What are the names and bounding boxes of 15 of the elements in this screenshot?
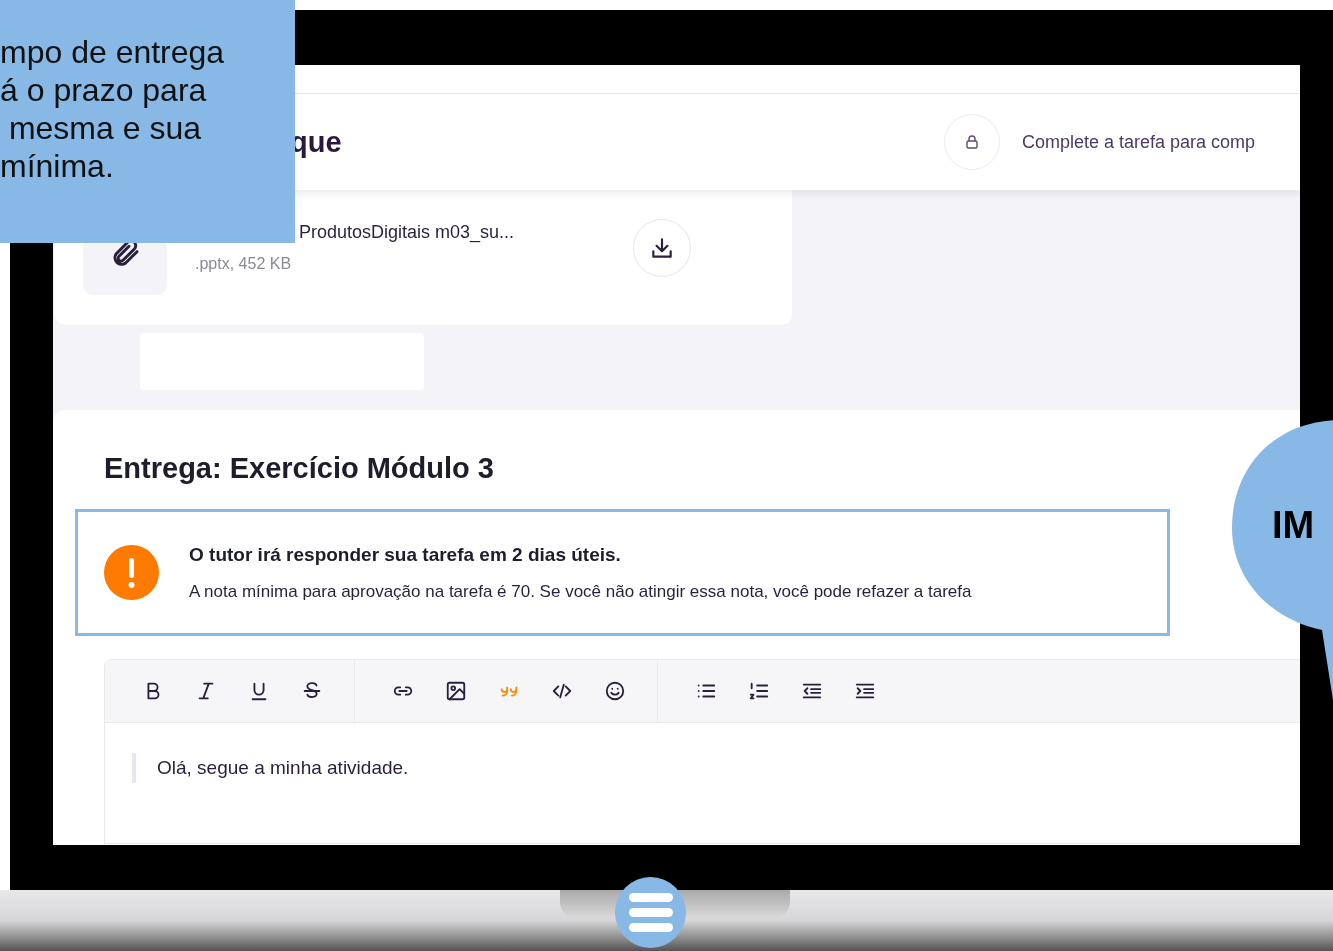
answer-field[interactable]: Olá, segue a minha atividade. — [132, 753, 857, 783]
alert-message: A nota mínima para aprovação na tarefa é 70. Se você não atingir essa nota, você pode refazer a tarefa — [189, 581, 972, 602]
emoji-icon[interactable] — [604, 680, 626, 702]
bubble-text: IM — [1272, 504, 1315, 546]
callout-text: mpo de entrega á o prazo para mesma e sua mínima. — [0, 0, 295, 243]
section-title: Entrega: Exercício Módulo 3 — [104, 452, 495, 485]
warning-icon — [104, 545, 159, 600]
image-icon[interactable] — [445, 680, 467, 702]
lock-button[interactable] — [944, 114, 1000, 170]
file-name[interactable]: ProdutosDigitais m03_su... — [299, 222, 515, 243]
lock-message: Complete a tarefa para comp — [1022, 131, 1256, 153]
lock-icon — [964, 134, 980, 150]
alert-heading: O tutor irá responder sua tarefa em 2 dias úteis. — [189, 543, 622, 566]
numbered-list-icon[interactable] — [748, 680, 770, 702]
file-meta: .pptx, 452 KB — [195, 255, 292, 273]
